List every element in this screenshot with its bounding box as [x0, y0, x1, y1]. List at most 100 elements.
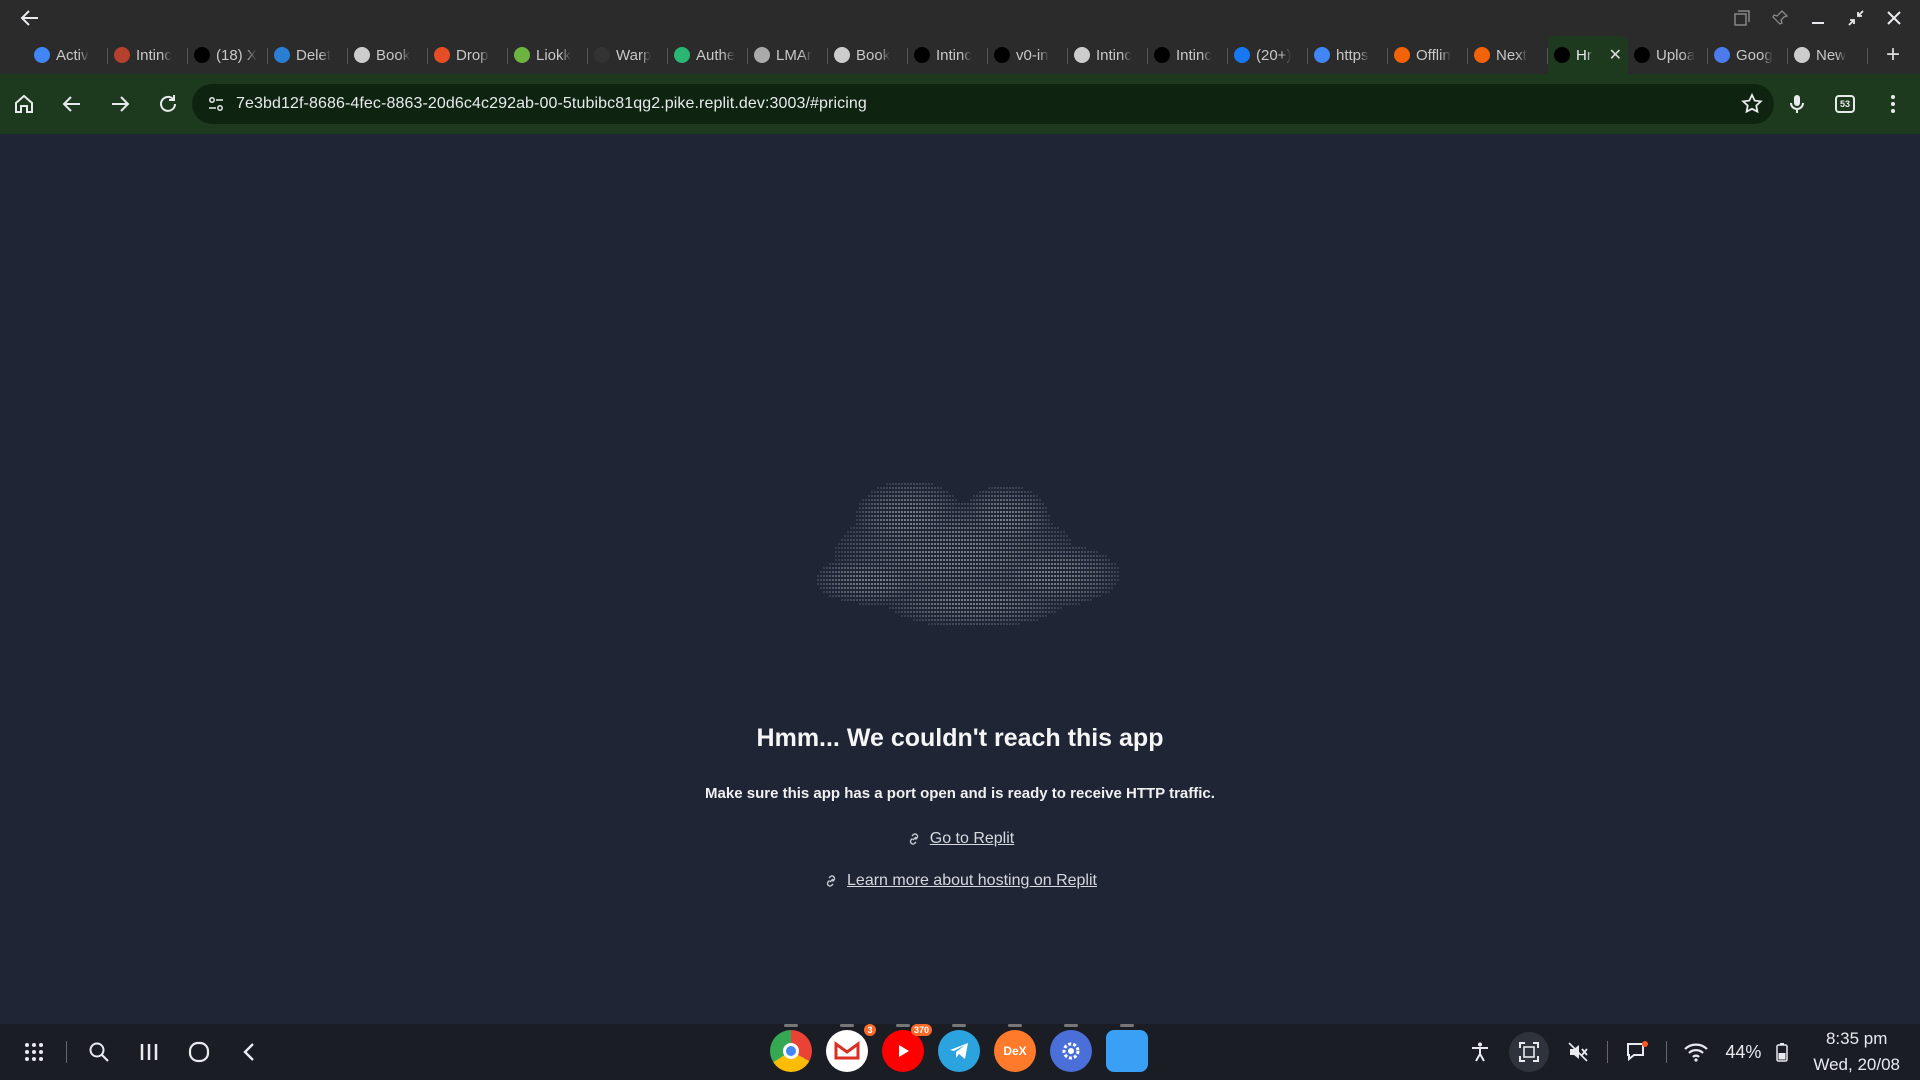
browser-tab[interactable]: (20+): [1228, 39, 1308, 71]
browser-tab[interactable]: Book: [828, 39, 908, 71]
wifi-icon[interactable]: [1681, 1035, 1711, 1069]
replit-icon: [1394, 47, 1410, 63]
browser-tab[interactable]: Offlin: [1388, 39, 1468, 71]
notification-icon[interactable]: [1622, 1035, 1652, 1069]
tab-label: New: [1816, 46, 1847, 64]
clock[interactable]: 8:35 pm Wed, 20/08: [1813, 1026, 1900, 1078]
window-controls: [1730, 6, 1906, 30]
extension-count-badge: 53: [1835, 95, 1855, 113]
youtube-app-icon[interactable]: 370: [882, 1024, 932, 1072]
tab-label: LMAr: [776, 46, 812, 64]
close-window-icon[interactable]: [1882, 6, 1906, 30]
browser-tab[interactable]: Goog: [1708, 39, 1788, 71]
mic-icon[interactable]: [1780, 87, 1814, 121]
browser-tab[interactable]: Next: [1468, 39, 1548, 71]
browser-tab[interactable]: https: [1308, 39, 1388, 71]
new-tab-button[interactable]: +: [1878, 40, 1908, 70]
auth-icon: [674, 47, 690, 63]
app-label: DeX: [1003, 1044, 1027, 1058]
error-page: Hmm... We couldn't reach this app Make s…: [0, 134, 1920, 1024]
home-button[interactable]: [0, 80, 48, 128]
link-icon: [909, 833, 918, 845]
v0-icon: [914, 47, 930, 63]
google-icon: [34, 47, 50, 63]
pin-icon[interactable]: [1768, 6, 1792, 30]
tab-label: Next: [1496, 46, 1527, 64]
taskbar-divider: [66, 1041, 67, 1063]
files-app-icon[interactable]: [1106, 1024, 1148, 1072]
vercel-icon: [1554, 47, 1570, 63]
screen-capture-icon[interactable]: [1509, 1032, 1550, 1072]
gemini-icon: [1714, 47, 1730, 63]
v0-icon: [1154, 47, 1170, 63]
error-subtitle: Make sure this app has a port open and i…: [705, 785, 1215, 802]
go-to-replit-link[interactable]: Go to Replit: [930, 830, 1014, 848]
browser-tab[interactable]: Warp: [588, 39, 668, 71]
minimize-icon[interactable]: [1806, 6, 1830, 30]
browser-tab[interactable]: Uploa: [1628, 39, 1708, 71]
address-bar[interactable]: 7e3bd12f-8686-4fec-8863-20d6c4c292ab-00-…: [192, 84, 1774, 124]
browser-tab[interactable]: Drop: [428, 39, 508, 71]
notification-badge: 3: [864, 1024, 876, 1036]
chrome-app-icon[interactable]: [770, 1024, 812, 1072]
browser-tab[interactable]: Intinc: [908, 39, 988, 71]
learn-more-hosting-link[interactable]: Learn more about hosting on Replit: [847, 872, 1097, 890]
learn-more-row: Learn more about hosting on Replit: [0, 872, 1920, 890]
drop-icon: [434, 47, 450, 63]
tab-label: Uploa: [1656, 46, 1696, 64]
browser-tab[interactable]: Authe: [668, 39, 748, 71]
browser-tab[interactable]: Activ: [28, 39, 108, 71]
browser-tab[interactable]: Liokk: [508, 39, 588, 71]
menu-kebab-icon[interactable]: [1876, 87, 1910, 121]
intinc-icon: [114, 47, 130, 63]
home-icon: [15, 94, 33, 113]
browser-tab[interactable]: Book: [348, 39, 428, 71]
battery-percentage: 44%: [1725, 1041, 1762, 1062]
recents-icon[interactable]: [131, 1032, 167, 1072]
url-text[interactable]: 7e3bd12f-8686-4fec-8863-20d6c4c292ab-00-…: [236, 95, 867, 113]
accessibility-icon[interactable]: [1465, 1035, 1495, 1069]
extension-button[interactable]: 53: [1828, 87, 1862, 121]
browser-tab[interactable]: Intinc: [1068, 39, 1148, 71]
facebook-icon: [1234, 47, 1250, 63]
shrink-icon[interactable]: [1844, 6, 1868, 30]
browser-tab[interactable]: Delet: [268, 39, 348, 71]
mute-icon[interactable]: [1563, 1035, 1593, 1069]
clock-time: 8:35 pm: [1825, 1029, 1888, 1048]
dex-app-icon[interactable]: DeX: [994, 1024, 1036, 1072]
liokk-icon: [514, 47, 530, 63]
tab-label: Book: [376, 46, 411, 64]
site-info-icon[interactable]: [196, 84, 236, 124]
home-circle-icon[interactable]: [181, 1032, 217, 1072]
browser-tab[interactable]: New: [1788, 39, 1868, 71]
back-button[interactable]: [48, 80, 96, 128]
gmail-app-icon[interactable]: 3: [826, 1024, 876, 1072]
reload-button[interactable]: [144, 80, 192, 128]
search-icon[interactable]: [81, 1032, 117, 1072]
browser-tab[interactable]: Intinc: [1148, 39, 1228, 71]
browser-tab[interactable]: LMAr: [748, 39, 828, 71]
system-tray: 44% 8:35 pm Wed, 20/08: [1465, 1024, 1900, 1080]
browser-tab[interactable]: Hr ✕: [1548, 36, 1628, 74]
forward-button[interactable]: [96, 80, 144, 128]
bookmark-star-icon[interactable]: [1740, 92, 1764, 116]
restore-window-icon[interactable]: [1730, 6, 1754, 30]
browser-tab[interactable]: v0-in: [988, 39, 1068, 71]
tab-label: Book: [856, 46, 891, 64]
tab-label: Intinc: [1096, 46, 1132, 64]
browser-tab[interactable]: (18) X: [188, 39, 268, 71]
tab-label: Offlin: [1416, 46, 1451, 64]
app-dock: 3 370 DeX: [770, 1024, 1148, 1072]
openai-icon: [354, 47, 370, 63]
app-drawer-icon[interactable]: [16, 1032, 52, 1072]
nav-back-icon[interactable]: [231, 1032, 267, 1072]
system-taskbar: 3 370 DeX 44% 8:35 pm Wed, 20/08: [0, 1024, 1920, 1080]
tab-label: Hr: [1576, 46, 1592, 64]
settings-app-icon[interactable]: [1050, 1024, 1092, 1072]
close-tab-icon[interactable]: ✕: [1609, 45, 1622, 65]
browser-tab[interactable]: Intinc: [108, 39, 188, 71]
tab-label: Intinc: [936, 46, 972, 64]
tab-label: Intinc: [1176, 46, 1212, 64]
back-arrow-icon[interactable]: [18, 6, 42, 30]
telegram-app-icon[interactable]: [938, 1024, 980, 1072]
